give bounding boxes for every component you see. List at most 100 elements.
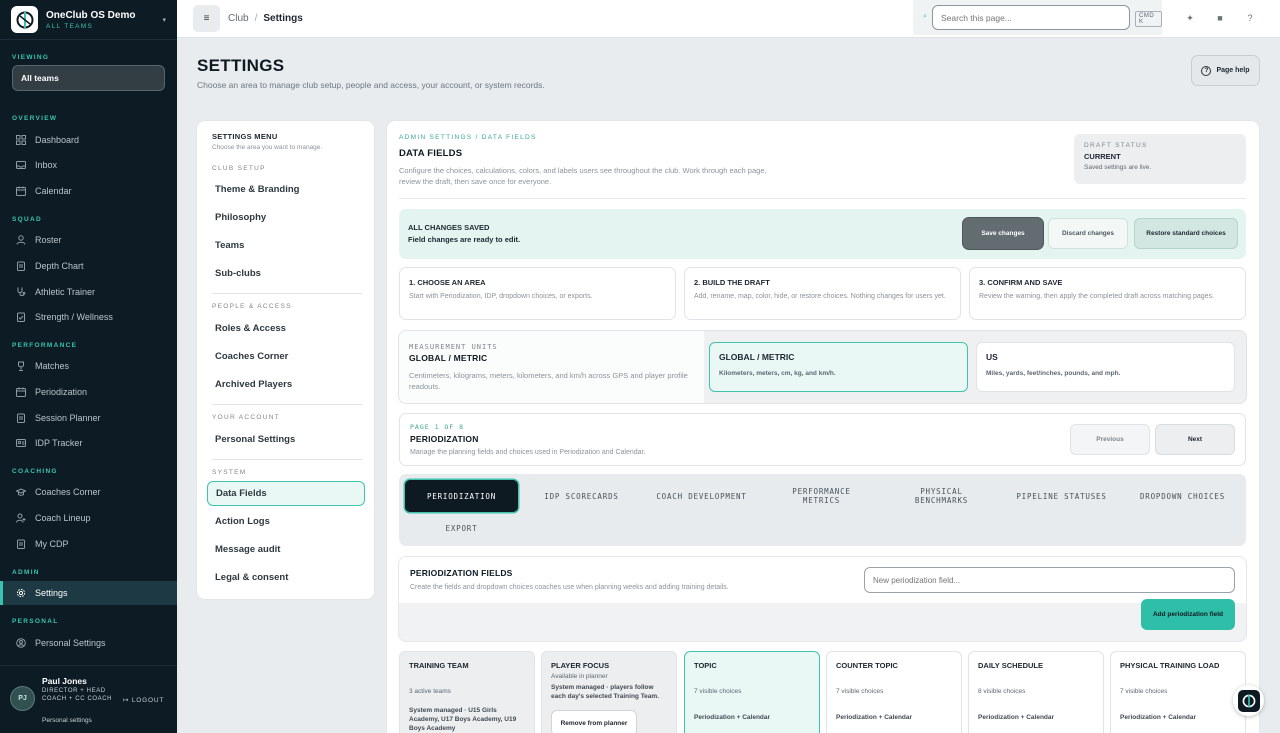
tab-idp-scorecards[interactable]: IDP SCORECARDS [525,480,638,512]
club-logo-icon [1237,689,1260,712]
nav-item-session-planner[interactable]: Session Planner [0,407,177,429]
nav-section-label: ADMIN [12,569,40,576]
remove-from-planner-button[interactable]: Remove from planner [551,710,637,733]
club-switcher[interactable]: OneClub OS Demo ALL TEAMS ▾ [0,0,177,40]
user-circle-icon [15,637,27,649]
search-icon: ⌕ [923,13,927,20]
field-card-daily-schedule[interactable]: DAILY SCHEDULE 8 visible choices Periodi… [968,651,1104,733]
step-card: 2. BUILD THE DRAFT Add, rename, map, col… [684,267,961,320]
menu-item-legal-consent[interactable]: Legal & consent [207,565,365,589]
nav-item-coach-lineup[interactable]: Coach Lineup [0,507,177,529]
menu-item-theme-branding[interactable]: Theme & Branding [207,177,365,201]
calendar-icon [15,386,27,398]
step-title: 1. CHOOSE AN AREA [409,278,486,287]
menu-item-message-audit[interactable]: Message audit [207,537,365,561]
page-help-label: Page help [1216,67,1250,74]
field-card-meta: System managed · U15 Girls Academy, U17 … [409,707,517,732]
nav-item-personal-settings[interactable]: Personal Settings [0,632,177,654]
logout-label: LOGOUT [131,697,165,704]
data-field-tabs: PERIODIZATION IDP SCORECARDS COACH DEVEL… [399,474,1246,546]
menu-toggle-button[interactable]: ≡ [193,5,220,32]
logout-button[interactable]: ↦ LOGOUT [123,696,164,704]
clipboard-icon [15,260,27,272]
tab-periodization[interactable]: PERIODIZATION [405,480,518,512]
assistant-launcher-button[interactable] [1233,685,1264,716]
menu-item-personal-settings[interactable]: Personal Settings [207,427,365,451]
menu-item-teams[interactable]: Teams [207,233,365,257]
discard-changes-button[interactable]: Discard changes [1048,218,1128,249]
tab-performance-metrics[interactable]: PERFORMANCE METRICS [765,480,878,512]
breadcrumb-club[interactable]: Club [228,13,249,24]
search-input[interactable] [932,5,1130,30]
inbox-icon [15,159,27,171]
help-icon[interactable]: ? [1243,11,1257,25]
units-label: MEASUREMENT UNITS [409,343,498,351]
nav-item-inbox[interactable]: Inbox [0,154,177,176]
tab-dropdown-choices[interactable]: DROPDOWN CHOICES [1125,480,1240,512]
tab-export[interactable]: EXPORT [405,512,518,544]
nav-label: Coaches Corner [35,487,101,497]
next-page-button[interactable]: Next [1155,424,1235,455]
divider [212,293,362,294]
menu-item-sub-clubs[interactable]: Sub-clubs [207,261,365,285]
menu-item-data-fields[interactable]: Data Fields [207,481,365,506]
menu-item-coaches-corner[interactable]: Coaches Corner [207,344,365,368]
stop-icon[interactable]: ■ [1213,11,1227,25]
menu-item-action-logs[interactable]: Action Logs [207,509,365,533]
nav-item-periodization[interactable]: Periodization [0,381,177,403]
previous-page-button[interactable]: Previous [1070,424,1150,455]
field-card-training-team[interactable]: TRAINING TEAM 3 active teams System mana… [399,651,535,733]
banner-title: ALL CHANGES SAVED [408,223,490,232]
avatar[interactable]: PJ [10,686,35,711]
field-card-count: 3 active teams [409,688,451,695]
save-changes-button[interactable]: Save changes [963,218,1043,249]
personal-settings-link[interactable]: Personal settings [42,717,92,724]
field-card-meta: Periodization + Calendar [836,714,913,721]
nav-item-calendar[interactable]: Calendar [0,180,177,202]
nav-item-matches[interactable]: Matches [0,355,177,377]
field-card-player-focus[interactable]: PLAYER FOCUS Available in planner System… [541,651,677,733]
nav-item-dashboard[interactable]: Dashboard [0,129,177,151]
question-circle-icon: ? [1201,65,1212,76]
draft-status: DRAFT STATUS CURRENT Saved settings are … [1074,134,1246,184]
grid-icon [15,134,27,146]
field-card-topic[interactable]: TOPIC 7 visible choices Periodization + … [684,651,820,733]
units-desc: Centimeters, kilograms, meters, kilomete… [409,371,688,391]
tab-coach-development[interactable]: COACH DEVELOPMENT [645,480,758,512]
nav-item-my-cdp[interactable]: My CDP [0,533,177,555]
nav-item-coaches-corner[interactable]: Coaches Corner [0,481,177,503]
draft-status-label: DRAFT STATUS [1084,142,1148,149]
sparkle-icon[interactable]: ✦ [1183,11,1197,25]
nav-item-athletic-trainer[interactable]: Athletic Trainer [0,281,177,303]
field-card-title: TOPIC [694,661,717,670]
menu-item-roles-access[interactable]: Roles & Access [207,316,365,340]
step-title: 3. CONFIRM AND SAVE [979,278,1063,287]
page-help-button[interactable]: ? Page help [1191,55,1260,86]
tab-physical-benchmarks[interactable]: PHYSICAL BENCHMARKS [885,480,998,512]
nav-item-strength-wellness[interactable]: Strength / Wellness [0,306,177,328]
step-card: 1. CHOOSE AN AREA Start with Periodizati… [399,267,676,320]
field-card-counter-topic[interactable]: COUNTER TOPIC 7 visible choices Periodiz… [826,651,962,733]
chevron-down-icon: ▾ [162,16,166,24]
nav-label: Dashboard [35,135,80,145]
nav-item-settings[interactable]: Settings [0,581,177,605]
nav-label: Athletic Trainer [35,287,96,297]
field-card-physical-training-load[interactable]: PHYSICAL TRAINING LOAD 7 visible choices… [1110,651,1246,733]
nav-item-idp-tracker[interactable]: IDP Tracker [0,432,177,454]
unit-option-us[interactable]: US Miles, yards, feet/inches, pounds, an… [976,342,1235,392]
menu-item-archived-players[interactable]: Archived Players [207,372,365,396]
unit-option-metric[interactable]: GLOBAL / METRIC Kilometers, meters, cm, … [709,342,968,392]
club-scope: ALL TEAMS [46,22,94,30]
nav-item-roster[interactable]: Roster [0,229,177,251]
team-scope-select[interactable]: All teams [12,65,165,91]
tab-pipeline-statuses[interactable]: PIPELINE STATUSES [1005,480,1118,512]
menu-item-philosophy[interactable]: Philosophy [207,205,365,229]
divider [399,198,1246,199]
new-field-input[interactable] [864,567,1235,593]
menu-group-label: PEOPLE & ACCESS [212,303,292,310]
step-desc: Start with Periodization, IDP, dropdown … [409,293,593,300]
restore-standard-choices-button[interactable]: Restore standard choices [1134,218,1238,249]
nav-item-depth-chart[interactable]: Depth Chart [0,255,177,277]
add-periodization-field-button[interactable]: Add periodization field [1141,599,1235,630]
nav-label: Settings [35,588,68,598]
